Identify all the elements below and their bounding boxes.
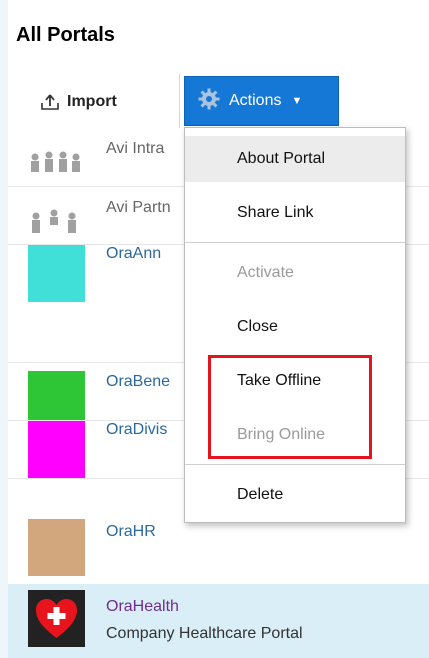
portal-name[interactable]: OraHR <box>106 523 156 541</box>
menu-item-share-link[interactable]: Share Link <box>185 190 405 236</box>
heart-cross-icon <box>28 590 85 647</box>
portal-name[interactable]: Avi Partn <box>106 199 171 217</box>
portal-name[interactable]: OraDivis <box>106 421 167 439</box>
actions-label: Actions <box>229 92 282 109</box>
actions-button[interactable]: Actions ▼ <box>184 76 339 126</box>
portal-name[interactable]: Avi Intra <box>106 140 164 158</box>
menu-item-about-portal[interactable]: About Portal <box>185 136 405 182</box>
portal-thumbnail <box>28 421 85 478</box>
import-button[interactable]: Import <box>40 90 117 114</box>
upload-icon <box>40 93 60 111</box>
menu-divider <box>185 464 405 465</box>
menu-item-delete[interactable]: Delete <box>185 472 405 518</box>
import-label: Import <box>67 93 117 110</box>
people-partners-icon <box>26 207 82 240</box>
portal-name[interactable]: OraBene <box>106 373 170 391</box>
menu-item-close[interactable]: Close <box>185 304 405 350</box>
portal-name[interactable]: OraHealth <box>106 598 179 616</box>
toolbar-divider <box>179 74 180 128</box>
gear-icon <box>197 87 221 116</box>
menu-item-activate: Activate <box>237 264 294 281</box>
people-group-icon <box>26 148 82 179</box>
toolbar: Import Actions ▼ <box>0 74 429 128</box>
chevron-down-icon: ▼ <box>291 95 303 107</box>
page-title: All Portals <box>16 24 115 46</box>
portal-description: Company Healthcare Portal <box>106 625 303 642</box>
menu-divider <box>185 242 405 243</box>
portal-thumbnail <box>28 245 85 302</box>
actions-menu: About Portal Share Link Activate Close T… <box>184 127 406 523</box>
portal-thumbnail <box>28 519 85 576</box>
portal-row-selected[interactable]: OraHealth Company Healthcare Portal <box>8 584 429 658</box>
portal-name[interactable]: OraAnn <box>106 245 161 263</box>
highlight-annotation <box>208 355 372 459</box>
